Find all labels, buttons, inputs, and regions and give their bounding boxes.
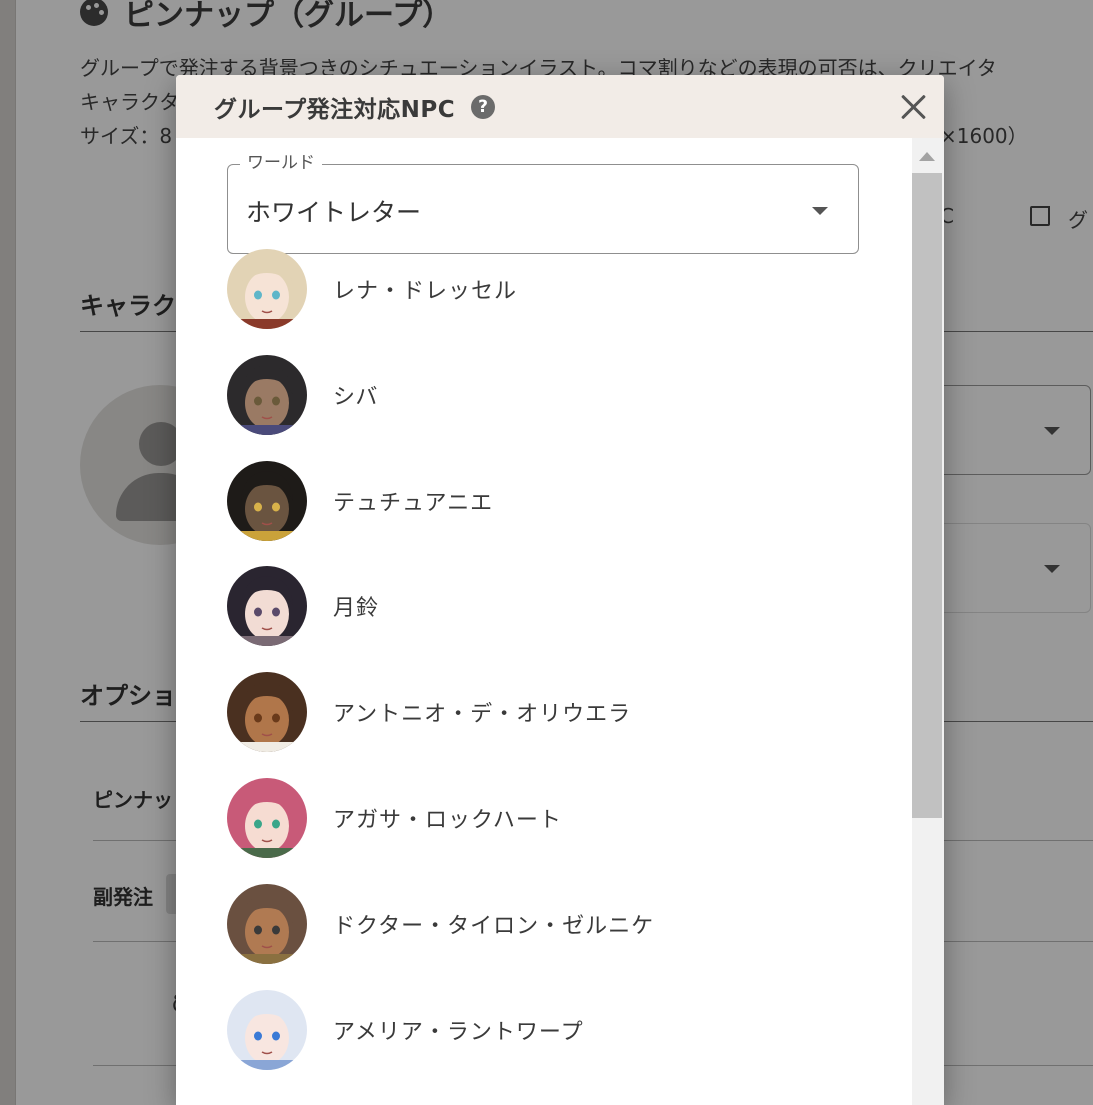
help-icon[interactable]: ? bbox=[471, 94, 496, 119]
scrollbar[interactable] bbox=[912, 138, 944, 1105]
npc-name: ドクター・タイロン・ゼルニケ bbox=[333, 913, 655, 939]
npc-avatar bbox=[227, 460, 307, 541]
npc-avatar bbox=[227, 778, 307, 858]
npc-avatar bbox=[227, 672, 307, 753]
npc-name: アントニオ・デ・オリウエラ bbox=[333, 702, 632, 728]
npc-list-item[interactable]: アメリア・ラントワープ bbox=[227, 989, 877, 1071]
world-select-value: ホワイトレター bbox=[246, 198, 422, 227]
modal-title: グループ発注対応NPC bbox=[214, 96, 456, 123]
npc-name: アメリア・ラントワープ bbox=[333, 1019, 584, 1045]
npc-list-item[interactable]: レナ・ドレッセル bbox=[227, 248, 877, 330]
npc-avatar bbox=[227, 989, 307, 1070]
npc-list-item[interactable]: シバ bbox=[227, 354, 877, 436]
npc-list-item[interactable]: テュチュアニエ bbox=[227, 460, 877, 542]
scroll-up-arrow-icon[interactable] bbox=[919, 152, 935, 161]
npc-modal: グループ発注対応NPC ? ワールド ホワイトレター レナ・ドレッセル シバテュチ… bbox=[176, 75, 944, 1105]
chevron-down-icon bbox=[812, 207, 828, 215]
npc-name: 月鈴 bbox=[333, 596, 380, 622]
npc-avatar bbox=[227, 249, 307, 329]
npc-list-item[interactable]: ドクター・タイロン・ゼルニケ bbox=[227, 883, 877, 965]
world-select[interactable]: ワールド ホワイトレター bbox=[227, 152, 859, 254]
modal-body: ワールド ホワイトレター レナ・ドレッセル シバテュチュアニエ 月鈴アントニオ・デ・… bbox=[176, 138, 912, 1105]
npc-list-item[interactable]: アガサ・ロックハート bbox=[227, 777, 877, 859]
modal-header: グループ発注対応NPC ? bbox=[176, 75, 944, 138]
npc-name: シバ bbox=[333, 384, 379, 410]
npc-name: アガサ・ロックハート bbox=[333, 808, 562, 833]
world-select-label: ワールド bbox=[240, 152, 322, 174]
close-icon[interactable] bbox=[900, 93, 928, 121]
npc-avatar bbox=[227, 883, 307, 964]
npc-avatar bbox=[227, 354, 307, 435]
npc-list-item[interactable]: アントニオ・デ・オリウエラ bbox=[227, 671, 877, 753]
npc-avatar bbox=[227, 566, 307, 647]
scroll-thumb[interactable] bbox=[912, 173, 942, 818]
npc-name: テュチュアニエ bbox=[333, 490, 494, 516]
npc-list-item[interactable]: 月鈴 bbox=[227, 565, 877, 647]
npc-name: レナ・ドレッセル bbox=[333, 279, 518, 304]
